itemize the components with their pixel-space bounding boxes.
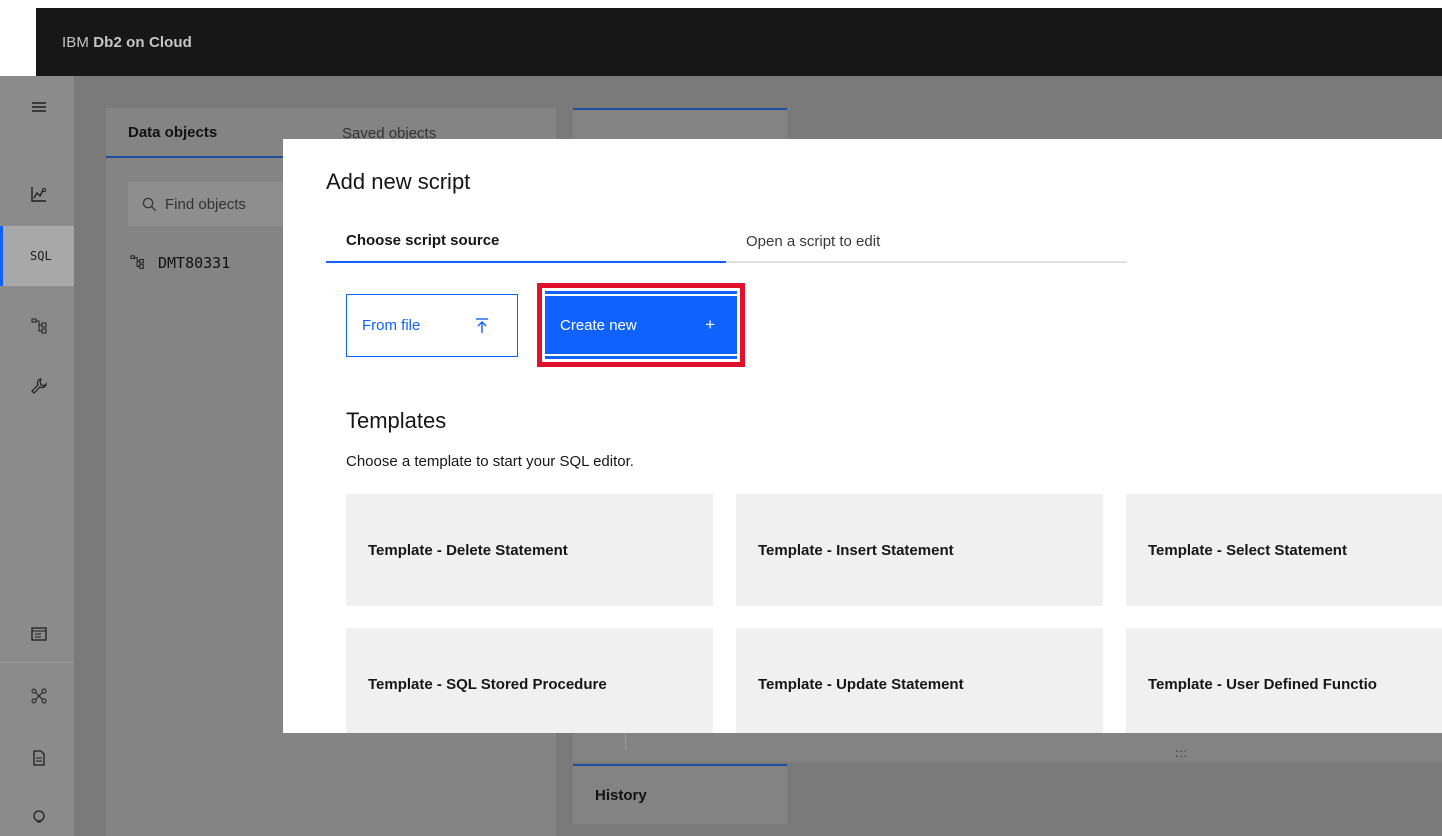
lightbulb-icon[interactable] [0,788,74,836]
plus-icon: + [705,315,715,334]
modal-title: Add new script [326,169,471,194]
search-placeholder: Find objects [165,195,246,213]
document-icon[interactable] [0,728,74,788]
from-file-label: From file [362,317,421,334]
tab-history[interactable]: History [573,764,787,824]
monitor-chart-icon[interactable] [0,164,74,224]
menu-icon[interactable] [0,78,74,138]
network-icon[interactable] [0,666,74,726]
upload-icon [476,317,488,333]
brand-title[interactable]: IBM Db2 on Cloud [62,34,192,51]
create-new-label: Create new [560,316,637,334]
top-bar: IBM Db2 on Cloud [36,8,1442,76]
tab-choose-script-source[interactable]: Choose script source [326,219,726,263]
tab-data-objects[interactable]: Data objects [106,108,286,158]
from-file-button[interactable]: From file [346,294,518,357]
top-strip [0,0,1442,8]
side-rail: SQL [0,76,74,836]
editor-gutter-line [625,730,626,750]
template-card-user-defined-function[interactable]: Template - User Defined Functio [1126,628,1442,733]
template-card-stored-procedure[interactable]: Template - SQL Stored Procedure [346,628,713,733]
editor-area [573,730,1442,762]
search-icon [142,197,157,211]
tree-item-label: DMT80331 [158,254,231,272]
template-card-select[interactable]: Template - Select Statement [1126,494,1442,606]
find-objects-search[interactable]: Find objects [128,182,288,226]
script-source-tabs: Choose script source Open a script to ed… [326,219,1127,263]
sql-nav-item[interactable]: SQL [0,226,74,286]
templates-subtitle: Choose a template to start your SQL edit… [346,453,634,470]
template-card-delete[interactable]: Template - Delete Statement [346,494,713,606]
sql-label: SQL [30,249,52,263]
console-icon[interactable] [0,604,74,664]
create-new-button[interactable]: Create new + [545,291,737,359]
tab-open-script-to-edit[interactable]: Open a script to edit [726,219,1127,263]
resize-grip-icon[interactable]: ::: [1175,746,1188,760]
template-card-insert[interactable]: Template - Insert Statement [736,494,1103,606]
wrench-icon[interactable] [0,356,74,416]
schema-icon [130,255,144,269]
tree-item-schema[interactable]: DMT80331 [130,254,230,272]
schema-tree-icon[interactable] [0,296,74,356]
add-script-modal: Add new script Choose script source Open… [283,139,1442,733]
templates-heading: Templates [346,408,447,433]
template-card-update[interactable]: Template - Update Statement [736,628,1103,733]
